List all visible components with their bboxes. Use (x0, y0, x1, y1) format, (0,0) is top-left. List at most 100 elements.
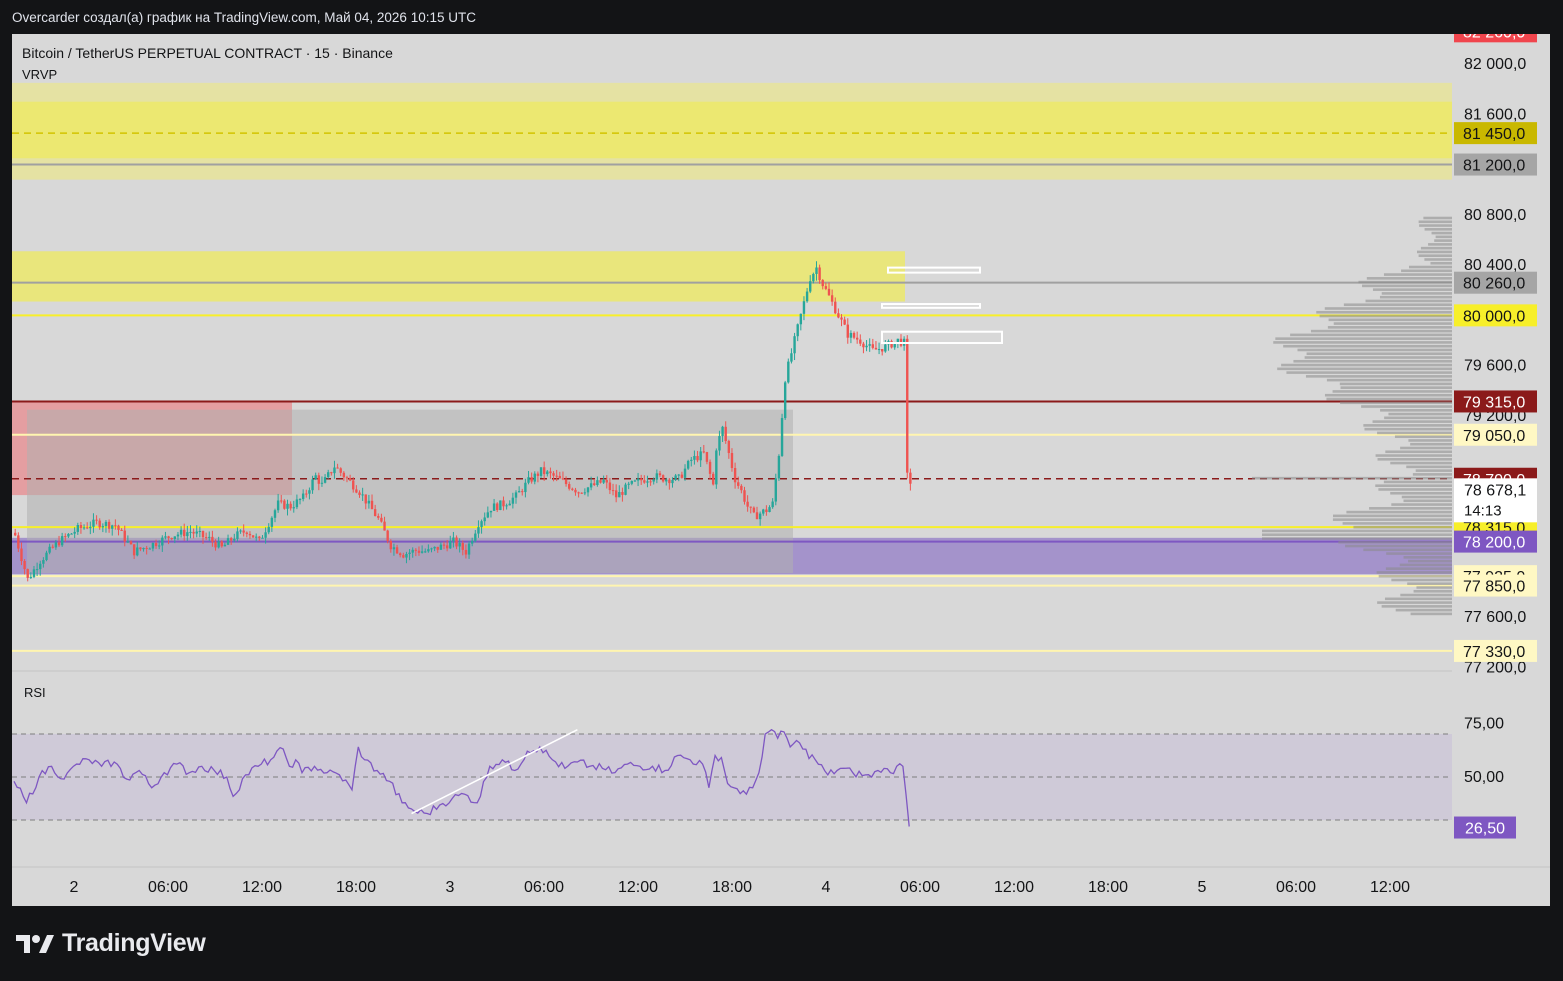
candle-body (658, 473, 662, 476)
volume-profile-bar (1338, 540, 1452, 544)
volume-profile-bar (1262, 537, 1452, 540)
volume-profile-bar (1377, 458, 1452, 461)
candle-body (151, 543, 155, 549)
time-tick-label: 12:00 (242, 879, 282, 896)
chart-canvas[interactable]: 82 000,0 81 600,0 80 800,0 80 400,0 79 600,0… (12, 34, 1550, 906)
candle-body (552, 473, 555, 476)
volume-profile-bar (1394, 435, 1452, 438)
volume-profile-bar (1410, 612, 1452, 616)
candle-body (671, 480, 674, 484)
volume-profile-bar (1363, 424, 1452, 427)
volume-profile-bar (1378, 574, 1452, 578)
volume-profile-bar (1418, 254, 1452, 258)
candle-body (577, 492, 580, 494)
candle-body (173, 536, 177, 539)
volume-profile-bar (1417, 250, 1452, 254)
volume-profile-bar (1375, 484, 1452, 488)
candle-body (64, 536, 67, 538)
volume-profile-bar (1369, 507, 1452, 510)
candle-body (386, 530, 389, 542)
candle-body (618, 492, 621, 498)
candle-body (674, 475, 677, 481)
candle-body (236, 531, 239, 539)
candle-body (774, 478, 777, 502)
candle-body (586, 487, 590, 493)
volume-profile-bar (1378, 488, 1452, 491)
volume-profile-bar (1381, 605, 1452, 608)
candle-body (711, 473, 715, 485)
candle-body (427, 549, 430, 552)
volume-profile-bar (1399, 563, 1452, 567)
rsi-last-value: 26,50 (1465, 821, 1505, 838)
candle-body (330, 472, 333, 474)
candle-body (23, 561, 26, 570)
volume-profile-bar (1413, 589, 1452, 593)
candle-body (270, 517, 274, 527)
time-tick-label: 18:00 (1088, 879, 1128, 896)
candle-body (317, 475, 321, 484)
chart-frame[interactable]: 82 000,0 81 600,0 80 800,0 80 400,0 79 600,0… (12, 34, 1550, 906)
time-tick-label: 18:00 (712, 879, 752, 896)
price-label-text: 77 330,0 (1463, 644, 1525, 661)
chart-caption: Overcarder создал(а) график на TradingVi… (12, 10, 476, 25)
volume-profile-bar (1377, 431, 1452, 435)
candle-body (198, 530, 202, 532)
candle-body (57, 542, 61, 546)
candle-body (176, 534, 180, 537)
candle-body (874, 347, 878, 350)
candle-body (470, 540, 474, 544)
volume-profile-bar (1290, 333, 1452, 337)
candle-body (696, 456, 699, 461)
price-label-text: 82 260,0 (1463, 34, 1525, 41)
candle-body (708, 461, 712, 474)
price-label-text: 80 260,0 (1463, 276, 1525, 293)
candle-body (242, 530, 245, 533)
candle-body (292, 507, 295, 509)
candle-body (821, 280, 824, 287)
candle-body (655, 473, 659, 480)
volume-profile-bar (1406, 465, 1452, 469)
candle-body (871, 344, 875, 348)
price-tick-label: 82 000,0 (1464, 56, 1526, 73)
candle-body (89, 526, 92, 529)
candle-body (909, 472, 912, 484)
candle-body (98, 520, 101, 528)
candle-body (780, 418, 784, 456)
candle-body (186, 532, 189, 537)
candle-body (223, 544, 227, 547)
candle-body (352, 480, 355, 490)
candle-body (120, 529, 123, 531)
candle-body (830, 295, 834, 302)
candle-body (793, 336, 796, 354)
candle-body (517, 491, 521, 493)
candle-body (417, 550, 421, 553)
candle-body (758, 513, 762, 520)
yellow-upper-core (12, 101, 1452, 159)
candle-body (840, 317, 843, 320)
candle-body (511, 497, 515, 504)
candle-body (464, 549, 468, 555)
candle-body (686, 460, 690, 469)
volume-profile-bar (1286, 371, 1452, 374)
candle-body (26, 569, 29, 578)
candle-body (217, 541, 220, 548)
price-tick-label: 80 400,0 (1464, 257, 1526, 274)
candle-body (549, 471, 552, 474)
candle-body (398, 553, 402, 556)
candle-body (614, 490, 618, 498)
candle-body (95, 519, 98, 521)
tradingview-logo[interactable]: TradingView (16, 929, 206, 958)
candle-body (661, 475, 665, 482)
candle-body (164, 536, 167, 538)
volume-profile-bar (1281, 363, 1452, 367)
candle-body (361, 494, 364, 496)
candle-body (195, 531, 198, 534)
volume-profile-bar (1384, 597, 1452, 601)
candle-body (402, 555, 405, 558)
candle-body (370, 500, 374, 510)
candle-body (267, 526, 270, 533)
time-tick-label: 06:00 (148, 879, 188, 896)
candle-body (408, 552, 411, 554)
candle-body (865, 345, 868, 348)
candle-body (649, 481, 652, 483)
